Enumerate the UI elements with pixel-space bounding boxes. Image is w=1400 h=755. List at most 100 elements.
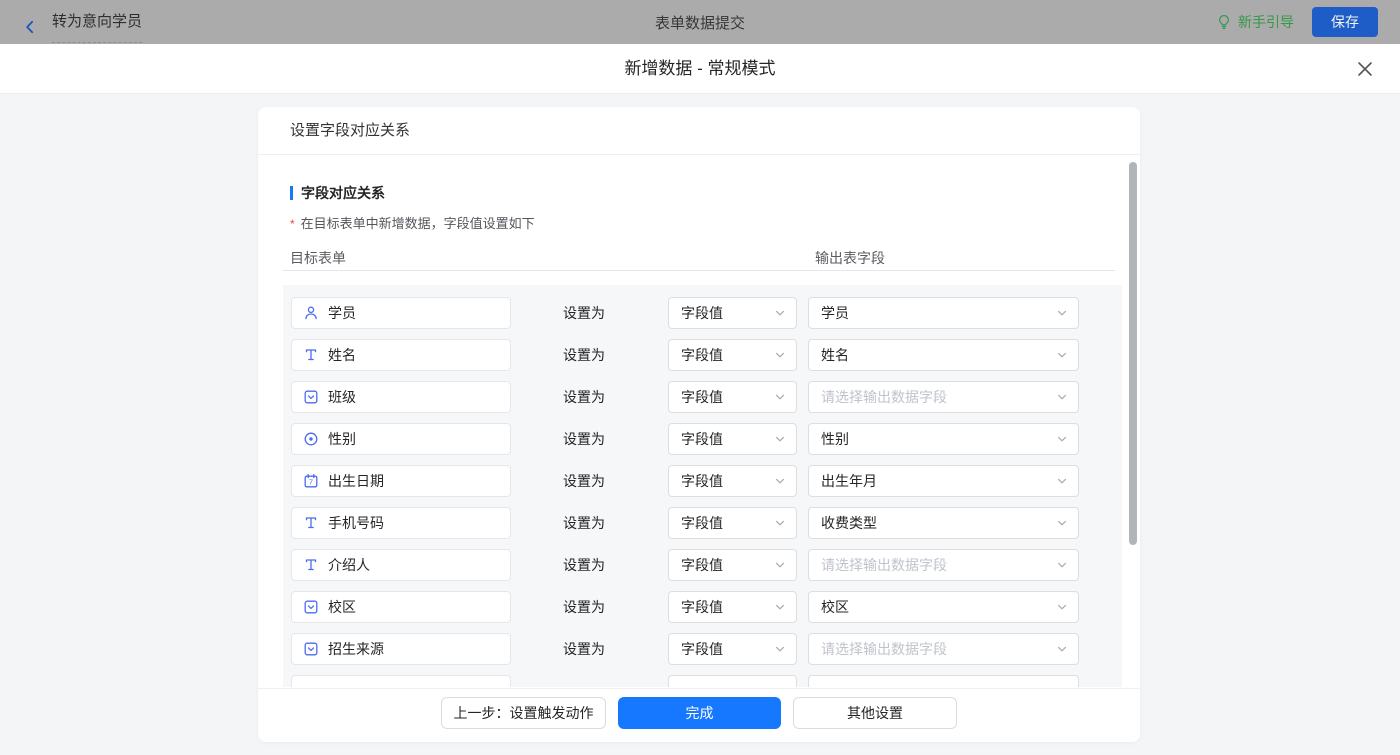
- value-mode-select[interactable]: 字段值: [668, 381, 797, 413]
- output-field-select[interactable]: 出生年月: [808, 465, 1079, 497]
- target-field-label: 校区: [328, 599, 356, 615]
- value-mode-select[interactable]: 字段值: [668, 507, 797, 539]
- chevron-down-icon: [774, 433, 786, 445]
- value-mode-selected: 字段值: [681, 347, 723, 363]
- modal-body: 设置字段对应关系 字段对应关系 * 在目标表单中新增数据，字段值设置如下 目标表单…: [0, 94, 1400, 755]
- output-field-selected: 请选择输出数据字段: [821, 557, 947, 573]
- field-mapping-card: 设置字段对应关系 字段对应关系 * 在目标表单中新增数据，字段值设置如下 目标表单…: [258, 107, 1140, 742]
- value-mode-selected: 字段值: [681, 515, 723, 531]
- set-as-label: 设置为: [563, 557, 605, 573]
- mapping-row: [291, 675, 1122, 687]
- guide-label: 新手引导: [1238, 14, 1294, 30]
- previous-step-button[interactable]: 上一步：设置触发动作: [441, 697, 606, 729]
- mapping-row: 姓名 设置为 字段值 姓名: [291, 339, 1122, 371]
- header-divider: [283, 270, 1115, 271]
- output-field-select[interactable]: 请选择输出数据字段: [808, 381, 1079, 413]
- save-button[interactable]: 保存: [1312, 7, 1378, 37]
- value-mode-select[interactable]: 字段值: [668, 549, 797, 581]
- chevron-down-icon: [1056, 517, 1068, 529]
- chevron-down-icon: [1056, 601, 1068, 613]
- radio-icon: [303, 431, 319, 447]
- value-mode-selected: 字段值: [681, 641, 723, 657]
- set-as-label: 设置为: [563, 641, 605, 657]
- set-as-label: 设置为: [563, 431, 605, 447]
- target-field-chip: [291, 675, 511, 687]
- value-mode-selected: 字段值: [681, 557, 723, 573]
- target-field-label: 手机号码: [328, 515, 384, 531]
- value-mode-selected: 字段值: [681, 431, 723, 447]
- section-accent-bar: [290, 186, 293, 200]
- other-settings-button[interactable]: 其他设置: [793, 697, 957, 729]
- value-mode-selected: 字段值: [681, 599, 723, 615]
- chevron-down-icon: [1056, 559, 1068, 571]
- target-field-label: 出生日期: [328, 473, 384, 489]
- select-icon: [303, 599, 319, 615]
- target-field-chip: 校区: [291, 591, 511, 623]
- mapping-row: 介绍人 设置为 字段值 请选择输出数据字段: [291, 549, 1122, 581]
- value-mode-select[interactable]: 字段值: [668, 423, 797, 455]
- value-mode-select[interactable]: 字段值: [668, 633, 797, 665]
- user-icon: [303, 305, 319, 321]
- set-as-label: 设置为: [563, 515, 605, 531]
- target-field-chip: 学员: [291, 297, 511, 329]
- output-field-selected: 校区: [821, 599, 849, 615]
- value-mode-select[interactable]: 字段值: [668, 591, 797, 623]
- value-mode-select[interactable]: 字段值: [668, 297, 797, 329]
- flow-name-label: 转为意向学员: [52, 2, 143, 43]
- set-as-label: 设置为: [563, 389, 605, 405]
- section-note: * 在目标表单中新增数据，字段值设置如下: [290, 217, 1140, 231]
- chevron-down-icon: [774, 643, 786, 655]
- output-field-select[interactable]: 学员: [808, 297, 1079, 329]
- modal-title: 新增数据 - 常规模式: [624, 59, 776, 78]
- set-as-label: 设置为: [563, 473, 605, 489]
- text-icon: [303, 557, 319, 573]
- select-icon: [303, 641, 319, 657]
- set-as-label: 设置为: [563, 599, 605, 615]
- value-mode-select[interactable]: 字段值: [668, 465, 797, 497]
- beginner-guide-link[interactable]: 新手引导: [1216, 12, 1294, 32]
- modal-header: 新增数据 - 常规模式: [0, 44, 1400, 94]
- output-field-selected: 请选择输出数据字段: [821, 641, 947, 657]
- value-mode-selected: 字段值: [681, 389, 723, 405]
- output-field-select[interactable]: 性别: [808, 423, 1079, 455]
- chevron-down-icon: [774, 517, 786, 529]
- chevron-down-icon: [1056, 433, 1068, 445]
- chevron-down-icon: [1056, 643, 1068, 655]
- value-mode-select[interactable]: 字段值: [668, 339, 797, 371]
- required-mark: *: [290, 217, 295, 231]
- chevron-down-icon: [1056, 391, 1068, 403]
- svg-text:7: 7: [309, 478, 313, 487]
- output-field-selected: 姓名: [821, 347, 849, 363]
- output-field-select[interactable]: [808, 675, 1079, 687]
- value-mode-selected: 字段值: [681, 305, 723, 321]
- mapping-row: 校区 设置为 字段值 校区: [291, 591, 1122, 623]
- select-icon: [303, 389, 319, 405]
- target-field-label: 介绍人: [328, 557, 370, 573]
- mapping-row: 7 出生日期 设置为 字段值 出生年月: [291, 465, 1122, 497]
- target-field-chip: 介绍人: [291, 549, 511, 581]
- chevron-down-icon: [774, 391, 786, 403]
- chevron-down-icon: [774, 601, 786, 613]
- output-field-selected: 学员: [821, 305, 849, 321]
- close-icon[interactable]: [1356, 60, 1374, 78]
- card-footer: 上一步：设置触发动作 完成 其他设置: [258, 688, 1140, 742]
- target-field-label: 性别: [328, 431, 356, 447]
- back-button[interactable]: 转为意向学员: [22, 2, 143, 43]
- chevron-down-icon: [1056, 307, 1068, 319]
- section-title: 字段对应关系: [290, 183, 1140, 203]
- output-field-selected: 性别: [821, 431, 849, 447]
- target-field-label: 班级: [328, 389, 356, 405]
- output-field-select[interactable]: 请选择输出数据字段: [808, 633, 1079, 665]
- scrollbar-thumb[interactable]: [1129, 162, 1137, 545]
- value-mode-select[interactable]: [668, 675, 797, 687]
- output-field-select[interactable]: 校区: [808, 591, 1079, 623]
- chevron-down-icon: [1056, 349, 1068, 361]
- output-field-select[interactable]: 姓名: [808, 339, 1079, 371]
- output-field-selected: 请选择输出数据字段: [821, 389, 947, 405]
- output-field-select[interactable]: 收费类型: [808, 507, 1079, 539]
- top-app-bar: 转为意向学员 表单数据提交 新手引导 保存: [0, 0, 1400, 44]
- lightbulb-icon: [1216, 14, 1232, 30]
- mapping-row: 学员 设置为 字段值 学员: [291, 297, 1122, 329]
- finish-button[interactable]: 完成: [618, 697, 781, 729]
- output-field-select[interactable]: 请选择输出数据字段: [808, 549, 1079, 581]
